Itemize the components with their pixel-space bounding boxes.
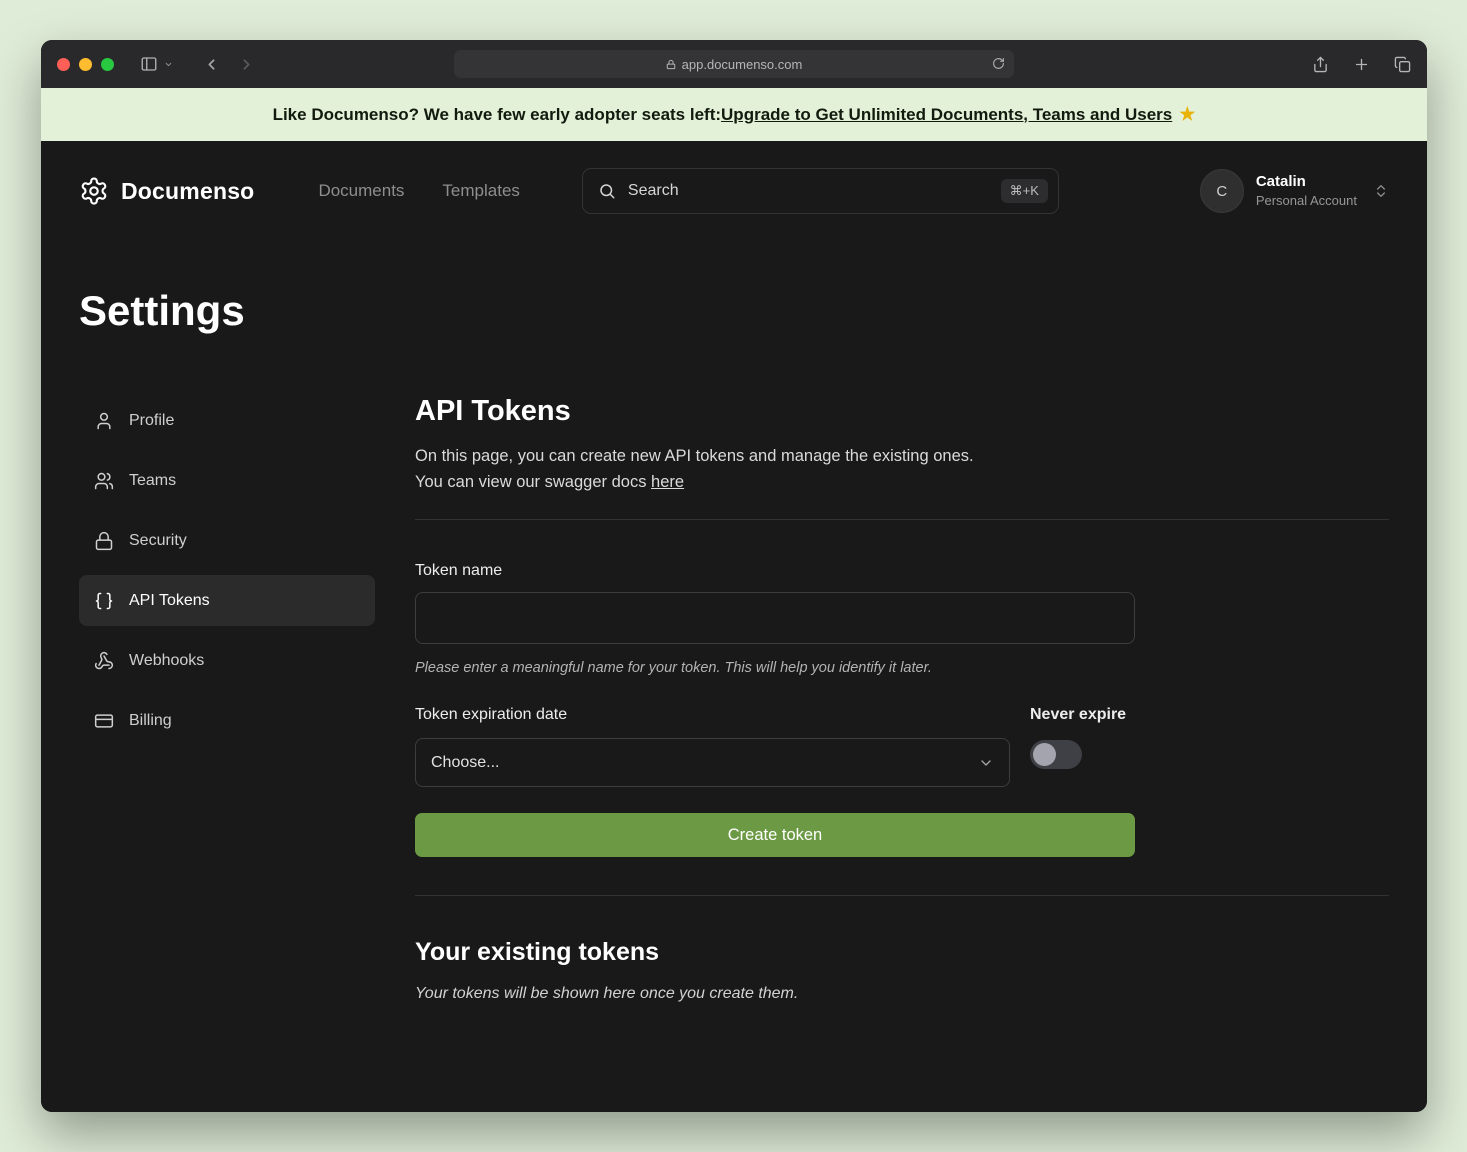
tab-overview-icon[interactable] (1394, 56, 1411, 73)
promo-banner: Like Documenso? We have few early adopte… (41, 88, 1427, 141)
swagger-docs-link[interactable]: here (651, 473, 684, 491)
nav-templates[interactable]: Templates (442, 181, 519, 201)
brand-logo[interactable]: Documenso (79, 176, 254, 206)
expiration-selected-value: Choose... (431, 754, 499, 772)
account-type: Personal Account (1256, 192, 1357, 210)
nav-documents[interactable]: Documents (318, 181, 404, 201)
expiration-row: Token expiration date Choose... Never ex… (415, 706, 1135, 787)
sidebar-item-teams[interactable]: Teams (79, 455, 375, 506)
address-bar[interactable]: app.documenso.com (454, 50, 1014, 78)
lock-icon (94, 531, 114, 551)
sidebar-item-label: Teams (129, 472, 176, 490)
divider (415, 519, 1389, 520)
minimize-window-button[interactable] (79, 58, 92, 71)
search-placeholder: Search (628, 182, 679, 200)
account-info: Catalin Personal Account (1256, 172, 1357, 210)
search-input[interactable]: Search ⌘+K (582, 168, 1059, 214)
sidebar-item-label: Webhooks (129, 652, 204, 670)
section-description: On this page, you can create new API tok… (415, 444, 1389, 495)
browser-window: app.documenso.com Like Documenso? We hav… (41, 40, 1427, 1112)
token-name-help: Please enter a meaningful name for your … (415, 660, 1135, 676)
zoom-window-button[interactable] (101, 58, 114, 71)
settings-content: Profile Teams Security (79, 395, 1389, 1043)
sidebar-item-profile[interactable]: Profile (79, 395, 375, 446)
documenso-logo-icon (79, 176, 109, 206)
app-header: Documenso Documents Templates Search ⌘+K… (79, 167, 1389, 215)
expiration-column: Token expiration date Choose... (415, 706, 1010, 787)
app-content: Documenso Documents Templates Search ⌘+K… (41, 141, 1427, 1112)
refresh-icon[interactable] (992, 57, 1005, 70)
url-text: app.documenso.com (682, 57, 803, 72)
braces-icon (94, 591, 114, 611)
brand-name: Documenso (121, 178, 254, 205)
user-name: Catalin (1256, 172, 1357, 192)
window-controls (57, 58, 114, 71)
sidebar-item-webhooks[interactable]: Webhooks (79, 635, 375, 686)
close-window-button[interactable] (57, 58, 70, 71)
existing-tokens-empty-text: Your tokens will be shown here once you … (415, 985, 1389, 1003)
back-icon[interactable] (203, 56, 220, 73)
upgrade-link[interactable]: Upgrade to Get Unlimited Documents, Team… (721, 105, 1172, 125)
sidebar-item-billing[interactable]: Billing (79, 695, 375, 746)
search-shortcut-badge: ⌘+K (1001, 179, 1048, 203)
sidebar-item-security[interactable]: Security (79, 515, 375, 566)
users-icon (94, 471, 114, 491)
create-token-button[interactable]: Create token (415, 813, 1135, 857)
sidebar-item-label: Profile (129, 412, 174, 430)
browser-toolbar: app.documenso.com (41, 40, 1427, 88)
forward-icon[interactable] (238, 56, 255, 73)
description-line1: On this page, you can create new API tok… (415, 447, 974, 465)
sidebar-item-label: Billing (129, 712, 172, 730)
sidebar-item-label: API Tokens (129, 592, 210, 610)
star-icon: ★ (1179, 104, 1195, 125)
main-nav: Documents Templates (318, 181, 519, 201)
page-title: Settings (79, 287, 1389, 335)
divider (415, 895, 1389, 896)
user-icon (94, 411, 114, 431)
lock-icon (666, 59, 676, 70)
credit-card-icon (94, 711, 114, 731)
existing-tokens-title: Your existing tokens (415, 938, 1389, 967)
token-name-label: Token name (415, 562, 1135, 580)
create-token-form: Token name Please enter a meaningful nam… (415, 562, 1135, 857)
chevrons-up-down-icon (1373, 183, 1389, 199)
promo-text: Like Documenso? We have few early adopte… (273, 105, 721, 125)
api-tokens-panel: API Tokens On this page, you can create … (415, 395, 1389, 1043)
expiration-label: Token expiration date (415, 706, 1010, 724)
sidebar-toggle-icon[interactable] (140, 55, 158, 73)
sidebar-item-api-tokens[interactable]: API Tokens (79, 575, 375, 626)
never-expire-label: Never expire (1030, 706, 1126, 724)
sidebar-item-label: Security (129, 532, 187, 550)
token-name-input[interactable] (415, 592, 1135, 644)
new-tab-icon[interactable] (1353, 56, 1370, 73)
section-title: API Tokens (415, 395, 1389, 428)
never-expire-column: Never expire (1030, 706, 1126, 787)
share-icon[interactable] (1312, 56, 1329, 73)
description-line2: You can view our swagger docs (415, 473, 651, 491)
avatar: C (1200, 169, 1244, 213)
sidebar-chevron-icon[interactable] (164, 60, 173, 69)
account-menu[interactable]: C Catalin Personal Account (1200, 169, 1389, 213)
never-expire-toggle[interactable] (1030, 740, 1082, 769)
chevron-down-icon (978, 755, 994, 771)
expiration-select[interactable]: Choose... (415, 738, 1010, 787)
toolbar-right-icons (1312, 56, 1411, 73)
webhook-icon (94, 651, 114, 671)
settings-sidebar: Profile Teams Security (79, 395, 375, 746)
toggle-knob (1033, 743, 1056, 766)
search-icon (598, 182, 616, 200)
